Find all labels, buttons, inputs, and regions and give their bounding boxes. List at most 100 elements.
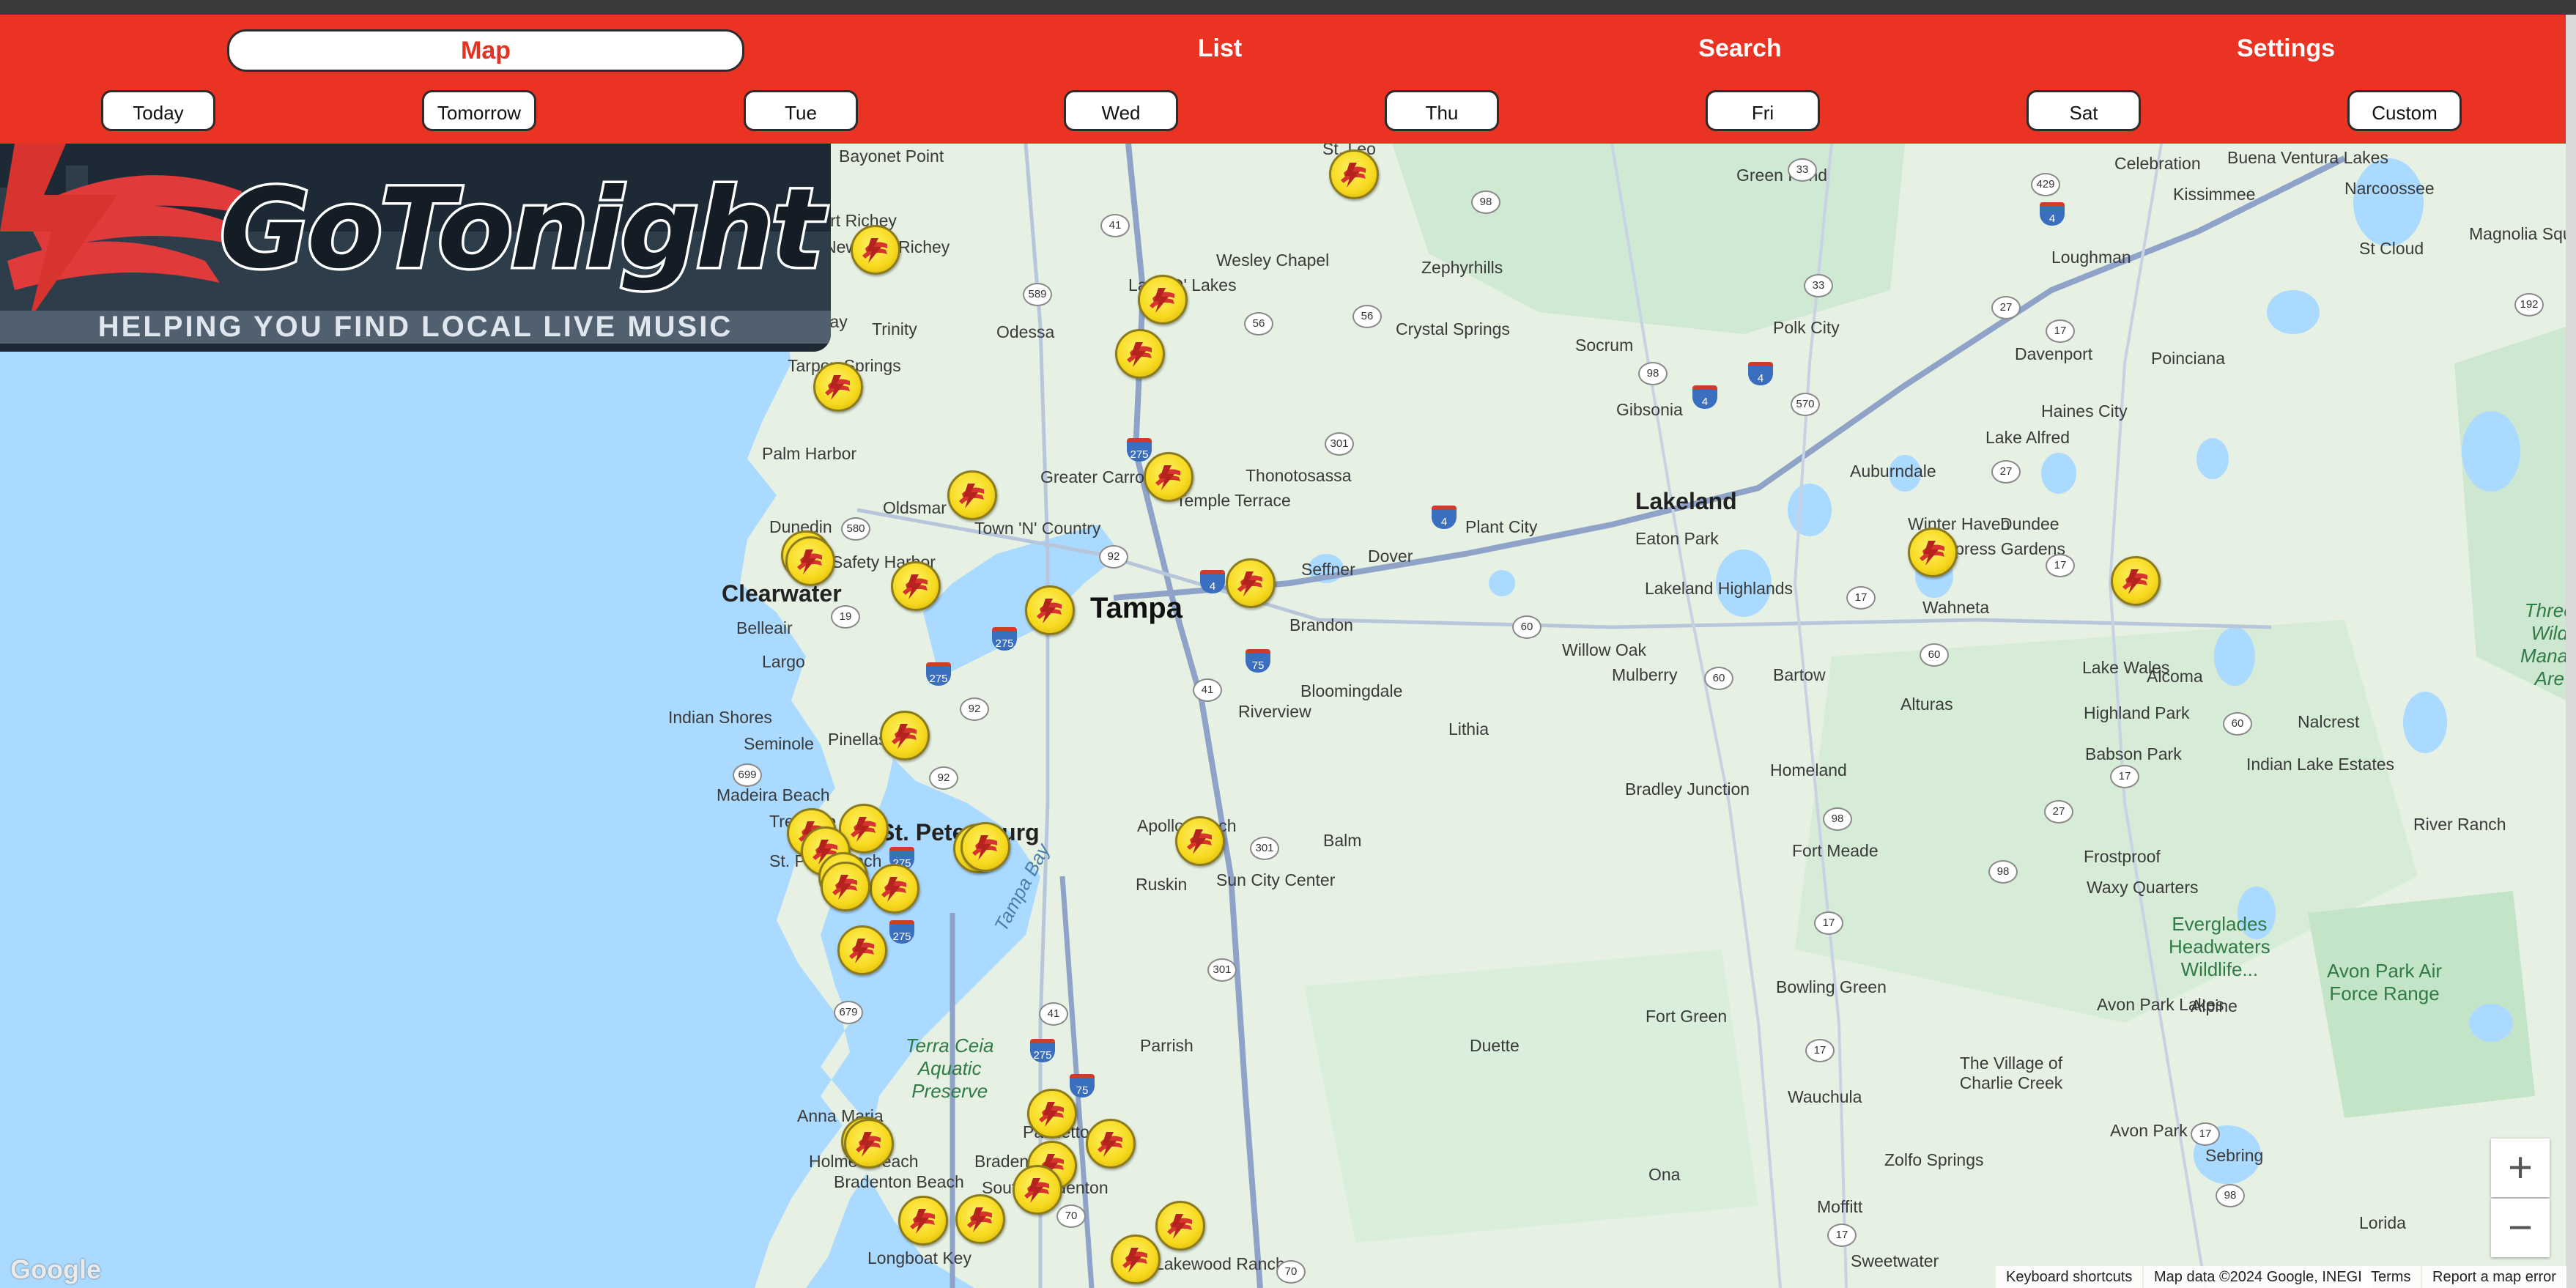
venue-marker[interactable] — [821, 862, 870, 911]
route-shield: 56 — [1244, 312, 1273, 336]
gotonight-note-icon — [832, 875, 857, 900]
venue-marker[interactable] — [961, 822, 1010, 872]
place-label: Duette — [1470, 1036, 1520, 1055]
place-label: Davenport — [2015, 344, 2093, 363]
venue-marker[interactable] — [1908, 528, 1958, 577]
route-shield: 699 — [733, 763, 762, 787]
day-button-fri[interactable]: Fri — [1706, 90, 1820, 131]
place-label: Zolfo Springs — [1884, 1150, 1984, 1169]
route-shield: 27 — [1991, 460, 2021, 484]
venue-marker[interactable] — [1138, 275, 1188, 325]
venue-marker[interactable] — [870, 864, 919, 914]
route-shield: 580 — [841, 517, 870, 541]
place-label: Bowling Green — [1776, 977, 1887, 996]
place-label: Oldsmar — [883, 498, 947, 517]
place-label: Highland Park — [2084, 703, 2190, 722]
zoom-in-button[interactable]: + — [2491, 1139, 2550, 1197]
venue-marker[interactable] — [1111, 1235, 1161, 1284]
venue-marker[interactable] — [1025, 585, 1075, 635]
day-button-today[interactable]: Today — [101, 90, 215, 131]
place-label: Longboat Key — [867, 1248, 971, 1267]
venue-marker[interactable] — [844, 1119, 894, 1169]
gotonight-note-icon — [1920, 541, 1944, 566]
tab-map[interactable]: Map — [227, 29, 744, 72]
venue-marker[interactable] — [898, 1196, 948, 1246]
day-button-tue[interactable]: Tue — [744, 90, 858, 131]
venue-marker[interactable] — [947, 470, 997, 520]
route-shield: 589 — [1023, 283, 1052, 306]
tab-search[interactable]: Search — [1656, 29, 1824, 67]
place-label: Bradenton Beach — [834, 1172, 964, 1191]
route-shield: 60 — [1920, 643, 1949, 667]
route-shield: 679 — [834, 1001, 863, 1024]
route-shield: 70 — [1056, 1204, 1086, 1228]
venue-marker[interactable] — [837, 925, 887, 975]
interstate-shield: 4 — [1432, 506, 1457, 529]
terms-link[interactable]: Terms — [2361, 1266, 2421, 1288]
route-shield: 27 — [2044, 800, 2073, 823]
day-button-tomorrow[interactable]: Tomorrow — [422, 90, 536, 131]
place-label: Nalcrest — [2298, 712, 2360, 731]
venue-marker[interactable] — [1027, 1089, 1077, 1139]
route-shield: 41 — [1039, 1002, 1068, 1026]
gotonight-note-icon — [1127, 342, 1152, 367]
venue-marker[interactable] — [1155, 1201, 1205, 1251]
zoom-out-button[interactable]: − — [2491, 1199, 2550, 1257]
gotonight-note-icon — [972, 835, 997, 860]
venue-marker[interactable] — [1329, 149, 1379, 199]
venue-marker[interactable] — [1226, 558, 1276, 608]
venue-marker[interactable] — [1175, 816, 1225, 866]
tab-list[interactable]: List — [1136, 29, 1304, 67]
venue-marker[interactable] — [851, 225, 900, 275]
gotonight-note-icon — [1187, 829, 1212, 854]
interstate-shield: 4 — [2040, 202, 2065, 226]
route-shield: 41 — [1193, 678, 1222, 702]
keyboard-shortcuts-link[interactable]: Keyboard shortcuts — [1996, 1266, 2143, 1288]
place-label: Lakewood Ranch — [1155, 1254, 1285, 1273]
venue-marker[interactable] — [955, 1194, 1005, 1244]
place-label: Bloomingdale — [1300, 681, 1403, 700]
route-shield: 301 — [1325, 432, 1354, 456]
place-label: Seminole — [744, 734, 814, 753]
venue-marker[interactable] — [880, 711, 930, 760]
place-label: Balm — [1323, 831, 1362, 850]
venue-marker[interactable] — [1144, 452, 1193, 502]
gotonight-logo: GoTonight HELPING YOU FIND LOCAL LIVE MU… — [0, 144, 831, 352]
place-label: Fort Meade — [1792, 841, 1879, 860]
route-shield: 17 — [1805, 1039, 1835, 1062]
park-label: Avon Park Air Force Range — [2327, 960, 2443, 1004]
interstate-shield: 275 — [1127, 438, 1152, 462]
place-label: Socrum — [1575, 336, 1634, 355]
day-button-wed[interactable]: Wed — [1064, 90, 1178, 131]
park-label: Terra Ceia Aquatic Preserve — [906, 1035, 994, 1102]
report-map-error-link[interactable]: Report a map error — [2422, 1266, 2566, 1288]
place-label: River Ranch — [2413, 815, 2506, 834]
place-label: Willow Oak — [1562, 640, 1647, 659]
park-label: ThreeWildManagAre — [2520, 599, 2566, 689]
route-shield: 92 — [929, 766, 958, 790]
place-label: Seffner — [1301, 560, 1355, 579]
place-label: Babson Park — [2085, 744, 2182, 763]
place-label: Palm Harbor — [762, 444, 857, 463]
venue-marker[interactable] — [813, 362, 863, 412]
venue-marker[interactable] — [1115, 329, 1165, 379]
day-button-custom[interactable]: Custom — [2347, 90, 2462, 131]
day-button-thu[interactable]: Thu — [1385, 90, 1499, 131]
place-label: Belleair — [736, 618, 793, 637]
tab-settings[interactable]: Settings — [2198, 29, 2374, 67]
venue-marker[interactable] — [785, 536, 835, 586]
route-shield: 192 — [2514, 293, 2544, 317]
venue-marker[interactable] — [1086, 1119, 1136, 1169]
place-label: The Village of Charlie Creek — [1959, 1054, 2063, 1092]
page-scrollbar[interactable] — [2566, 15, 2576, 1288]
venue-marker[interactable] — [2111, 556, 2161, 606]
route-shield: 17 — [1846, 586, 1876, 610]
route-shield: 92 — [1099, 545, 1128, 569]
place-label: Bradley Junction — [1625, 780, 1750, 799]
venue-marker[interactable] — [1013, 1165, 1062, 1215]
gotonight-note-icon — [1237, 571, 1262, 596]
city-label-tampa: Tampa — [1090, 592, 1182, 624]
top-navigation: Map List Search Settings Today Tomorrow … — [0, 15, 2566, 144]
day-button-sat[interactable]: Sat — [2027, 90, 2141, 131]
venue-marker[interactable] — [891, 561, 941, 611]
